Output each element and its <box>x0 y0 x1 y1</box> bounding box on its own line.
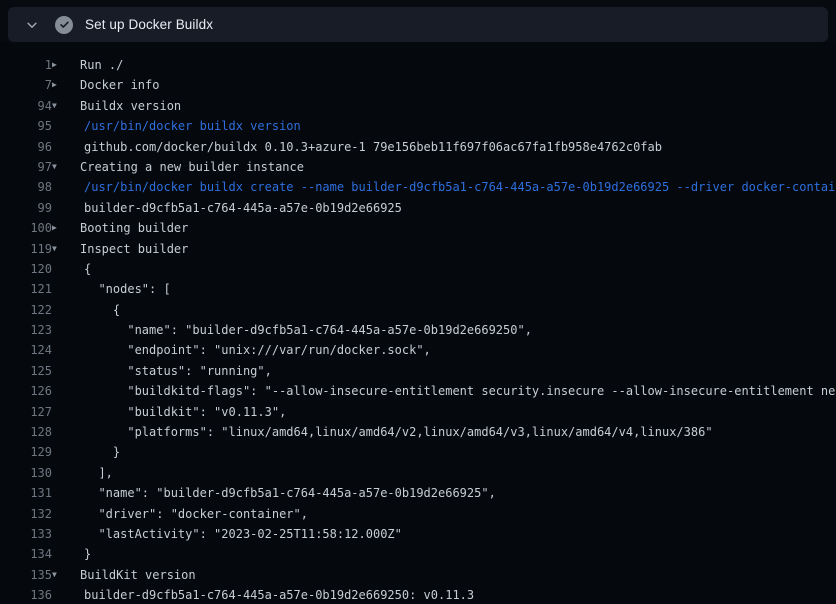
log-line: 130 ], <box>0 463 836 483</box>
line-number[interactable]: 135 <box>0 565 52 585</box>
line-number[interactable]: 133 <box>0 524 52 544</box>
check-circle-icon <box>55 16 73 34</box>
line-number[interactable]: 124 <box>0 340 52 360</box>
log-line: 122 { <box>0 300 836 320</box>
line-number[interactable]: 132 <box>0 504 52 524</box>
expanded-arrow-icon[interactable]: ▼ <box>52 239 66 259</box>
log-text: "status": "running", <box>52 361 272 381</box>
log-text: "name": "builder-d9cfb5a1-c764-445a-a57e… <box>52 483 496 503</box>
log-text[interactable]: Buildx version <box>66 96 181 116</box>
log-line: 129 } <box>0 442 836 462</box>
log-viewer: 1 ▶Run ./ 7 ▶Docker info 94 ▼Buildx vers… <box>0 42 836 604</box>
log-text: } <box>52 442 120 462</box>
log-line[interactable]: 94 ▼Buildx version <box>0 96 836 116</box>
line-number[interactable]: 120 <box>0 259 52 279</box>
log-text[interactable]: Run ./ <box>66 55 123 75</box>
collapsed-arrow-icon[interactable]: ▶ <box>52 55 66 75</box>
log-text: "platforms": "linux/amd64,linux/amd64/v2… <box>52 422 713 442</box>
log-text: github.com/docker/buildx 0.10.3+azure-1 … <box>52 137 662 157</box>
line-number[interactable]: 130 <box>0 463 52 483</box>
step-title: Set up Docker Buildx <box>85 17 213 32</box>
line-number[interactable]: 125 <box>0 361 52 381</box>
log-text: "lastActivity": "2023-02-25T11:58:12.000… <box>52 524 402 544</box>
line-number[interactable]: 121 <box>0 279 52 299</box>
log-text: "buildkitd-flags": "--allow-insecure-ent… <box>52 381 836 401</box>
line-number[interactable]: 123 <box>0 320 52 340</box>
log-text[interactable]: Docker info <box>66 75 159 95</box>
collapsed-arrow-icon[interactable]: ▶ <box>52 75 66 95</box>
log-line[interactable]: 97 ▼Creating a new builder instance <box>0 157 836 177</box>
expanded-arrow-icon[interactable]: ▼ <box>52 565 66 585</box>
log-line: 133 "lastActivity": "2023-02-25T11:58:12… <box>0 524 836 544</box>
log-line: 120 { <box>0 259 836 279</box>
line-number[interactable]: 131 <box>0 483 52 503</box>
line-number[interactable]: 1 <box>0 55 52 75</box>
line-number[interactable]: 129 <box>0 442 52 462</box>
line-number[interactable]: 96 <box>0 137 52 157</box>
log-line: 98 /usr/bin/docker buildx create --name … <box>0 177 836 197</box>
line-number[interactable]: 136 <box>0 585 52 604</box>
chevron-down-icon[interactable] <box>24 17 40 33</box>
log-text: { <box>52 259 91 279</box>
log-line[interactable]: 100 ▶Booting builder <box>0 218 836 238</box>
line-number[interactable]: 7 <box>0 75 52 95</box>
log-text: ], <box>52 463 113 483</box>
line-number[interactable]: 122 <box>0 300 52 320</box>
log-text: "driver": "docker-container", <box>52 504 308 524</box>
line-number[interactable]: 134 <box>0 544 52 564</box>
line-number[interactable]: 119 <box>0 239 52 259</box>
log-text[interactable]: Inspect builder <box>66 239 188 259</box>
step-header[interactable]: Set up Docker Buildx <box>8 7 828 42</box>
log-text: "name": "builder-d9cfb5a1-c764-445a-a57e… <box>52 320 532 340</box>
log-text: builder-d9cfb5a1-c764-445a-a57e-0b19d2e6… <box>52 198 402 218</box>
line-number[interactable]: 98 <box>0 177 52 197</box>
line-number[interactable]: 128 <box>0 422 52 442</box>
log-line: 134 } <box>0 544 836 564</box>
line-number[interactable]: 100 <box>0 218 52 238</box>
line-number[interactable]: 126 <box>0 381 52 401</box>
log-text: } <box>52 544 91 564</box>
line-number[interactable]: 97 <box>0 157 52 177</box>
log-line[interactable]: 135 ▼BuildKit version <box>0 565 836 585</box>
line-number[interactable]: 99 <box>0 198 52 218</box>
log-text[interactable]: Creating a new builder instance <box>66 157 304 177</box>
log-text: /usr/bin/docker buildx create --name bui… <box>52 177 836 197</box>
log-text: "endpoint": "unix:///var/run/docker.sock… <box>52 340 431 360</box>
log-line: 127 "buildkit": "v0.11.3", <box>0 402 836 422</box>
log-line: 121 "nodes": [ <box>0 279 836 299</box>
log-text[interactable]: Booting builder <box>66 218 188 238</box>
log-line: 124 "endpoint": "unix:///var/run/docker.… <box>0 340 836 360</box>
log-line: 132 "driver": "docker-container", <box>0 504 836 524</box>
line-number[interactable]: 94 <box>0 96 52 116</box>
log-line: 95 /usr/bin/docker buildx version <box>0 116 836 136</box>
log-text: "nodes": [ <box>52 279 171 299</box>
log-line: 128 "platforms": "linux/amd64,linux/amd6… <box>0 422 836 442</box>
line-number[interactable]: 127 <box>0 402 52 422</box>
log-line: 123 "name": "builder-d9cfb5a1-c764-445a-… <box>0 320 836 340</box>
log-line: 126 "buildkitd-flags": "--allow-insecure… <box>0 381 836 401</box>
log-text: /usr/bin/docker buildx version <box>52 116 301 136</box>
expanded-arrow-icon[interactable]: ▼ <box>52 157 66 177</box>
log-line: 125 "status": "running", <box>0 361 836 381</box>
collapsed-arrow-icon[interactable]: ▶ <box>52 218 66 238</box>
line-number[interactable]: 95 <box>0 116 52 136</box>
expanded-arrow-icon[interactable]: ▼ <box>52 96 66 116</box>
log-line: 136 builder-d9cfb5a1-c764-445a-a57e-0b19… <box>0 585 836 604</box>
log-text: "buildkit": "v0.11.3", <box>52 402 286 422</box>
log-text[interactable]: BuildKit version <box>66 565 196 585</box>
log-line: 96 github.com/docker/buildx 0.10.3+azure… <box>0 137 836 157</box>
log-line: 99 builder-d9cfb5a1-c764-445a-a57e-0b19d… <box>0 198 836 218</box>
log-text: { <box>52 300 120 320</box>
log-line[interactable]: 119 ▼Inspect builder <box>0 239 836 259</box>
log-line[interactable]: 1 ▶Run ./ <box>0 55 836 75</box>
log-text: builder-d9cfb5a1-c764-445a-a57e-0b19d2e6… <box>52 585 474 604</box>
log-line: 131 "name": "builder-d9cfb5a1-c764-445a-… <box>0 483 836 503</box>
log-line[interactable]: 7 ▶Docker info <box>0 75 836 95</box>
